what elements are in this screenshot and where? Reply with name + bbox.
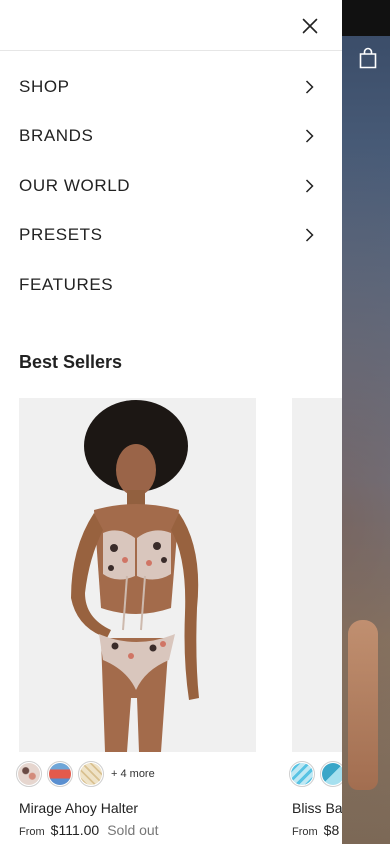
- product-card[interactable]: + 4 more Mirage Ahoy Halter From $111.00…: [16, 398, 256, 838]
- menu-item-brands[interactable]: BRANDS: [0, 112, 342, 162]
- color-swatch[interactable]: [16, 761, 42, 787]
- price-from-label: From: [19, 826, 45, 838]
- hero-figure: [348, 620, 378, 790]
- product-price: $111.00: [50, 822, 100, 838]
- menu-item-label: SHOP: [19, 76, 70, 96]
- close-icon: [302, 18, 318, 34]
- chevron-right-icon: [302, 129, 316, 143]
- close-button[interactable]: [298, 14, 322, 38]
- color-swatch[interactable]: [78, 761, 104, 787]
- product-name[interactable]: Bliss Ba: [292, 800, 342, 816]
- color-swatches: [289, 761, 342, 787]
- menu-item-label: OUR WORLD: [19, 175, 131, 195]
- menu-item-label: PRESETS: [19, 225, 103, 245]
- main-menu: SHOP BRANDS OUR WORLD PRESETS FEATURES: [0, 62, 342, 310]
- menu-item-features[interactable]: FEATURES: [0, 260, 342, 310]
- product-price: $8: [323, 822, 340, 838]
- product-card[interactable]: Bliss Ba From $8: [289, 398, 342, 838]
- shopping-bag-icon: [359, 47, 377, 69]
- menu-item-label: FEATURES: [19, 274, 114, 294]
- chevron-right-icon: [302, 179, 316, 193]
- chevron-right-icon: [302, 228, 316, 242]
- best-sellers-heading: Best Sellers: [19, 352, 123, 372]
- product-image[interactable]: [19, 398, 256, 752]
- navigation-drawer: SHOP BRANDS OUR WORLD PRESETS FEATURES B…: [0, 0, 342, 844]
- product-price-row: From $111.00 Sold out: [19, 822, 159, 838]
- color-swatch[interactable]: [47, 761, 73, 787]
- price-from-label: From: [292, 826, 318, 838]
- color-swatch[interactable]: [289, 761, 315, 787]
- drawer-header: [0, 0, 342, 51]
- model-photo: [71, 400, 199, 752]
- chevron-right-icon: [302, 80, 316, 94]
- menu-item-our-world[interactable]: OUR WORLD: [0, 161, 342, 211]
- product-name[interactable]: Mirage Ahoy Halter: [19, 800, 138, 816]
- product-price-row: From $8: [292, 822, 339, 838]
- color-swatch[interactable]: [320, 761, 342, 787]
- sold-out-badge: Sold out: [107, 822, 159, 838]
- best-sellers-carousel[interactable]: + 4 more Mirage Ahoy Halter From $111.00…: [16, 398, 342, 844]
- product-image[interactable]: [292, 398, 342, 752]
- menu-item-label: BRANDS: [19, 126, 94, 146]
- menu-item-presets[interactable]: PRESETS: [0, 211, 342, 261]
- menu-item-shop[interactable]: SHOP: [0, 62, 342, 112]
- cart-button[interactable]: [356, 44, 380, 72]
- color-swatches: + 4 more: [16, 761, 155, 787]
- more-colors-label[interactable]: + 4 more: [111, 768, 155, 780]
